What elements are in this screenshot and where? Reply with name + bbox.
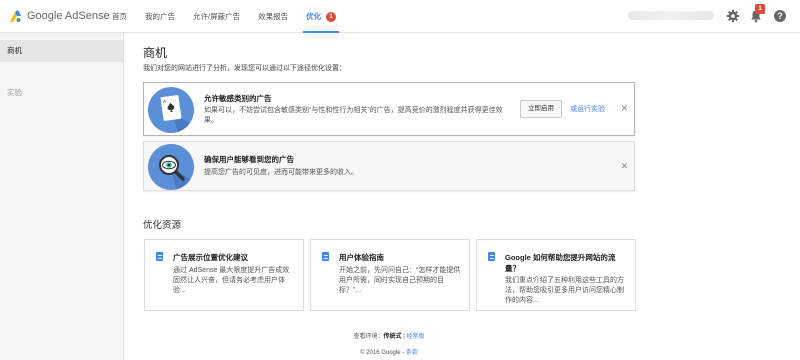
enable-now-button[interactable]: 立即启用 [520,100,562,118]
top-bar: Google AdSense 首页 我的广告 允许/屏蔽广告 效果报告 优化 1 [0,0,800,33]
sidebar-item-opportunities-label: 商机 [7,46,22,55]
nav-optimization-badge: 1 [326,11,337,22]
sidebar: 商机 实验 [0,33,124,360]
nav-my-ads[interactable]: 我的广告 [136,0,184,33]
resource-text: 我们重点介绍了五种利用这些工具的方法，帮助您吸引更多用户访问您精心制作的内容..… [505,277,624,304]
run-experiment-link[interactable]: 或运行实验 [570,104,605,114]
notifications-count-badge: 1 [755,4,765,14]
resource-card[interactable]: 广告展示位置优化建议 通过 AdSense 最大限度提升广告成效固然让人兴奋，但… [144,239,304,311]
opportunity-card-sensitive-ads: A 允许敏感类别的广告 如果可以，不妨尝试包含敏感类别“与性和性行为相关”的广告… [143,82,635,136]
svg-text:?: ? [777,11,783,21]
app-name: Google AdSense [27,10,110,22]
nav-allow-block-ads[interactable]: 允许/屏蔽广告 [184,0,249,33]
document-icon [488,252,495,261]
notifications-bell-icon[interactable]: 1 [749,4,765,23]
nav-home[interactable]: 首页 [103,0,136,33]
resource-card[interactable]: Google 如何帮助您提升网站的流量？ 我们重点介绍了五种利用这些工具的方法，… [476,239,636,311]
magnifier-eye-icon [148,144,194,190]
settings-icon[interactable] [726,9,740,23]
nav-performance-reports-label: 效果报告 [258,12,289,21]
nav-optimization[interactable]: 优化 1 [297,0,345,33]
resource-title: 广告展示位置优化建议 [173,253,248,262]
adsense-logo[interactable]: Google AdSense [8,8,110,24]
opportunity-text: 提高您广告的可见度，进而可能带来更多的收入。 [204,169,358,176]
adsense-logo-icon [8,9,22,23]
resource-title: Google 如何帮助您提升网站的流量？ [505,253,616,273]
document-icon [322,252,329,261]
nav-allow-block-ads-label: 允许/屏蔽广告 [193,12,241,21]
copyright-text: © 2016 Google - [360,350,406,356]
sidebar-item-experiments-label: 实验 [7,88,22,97]
sidebar-item-experiments[interactable]: 实验 [0,82,123,104]
opportunity-title: 允许敏感类别的广告 [204,94,272,103]
nav-my-ads-label: 我的广告 [145,12,175,21]
copyright-footer: © 2016 Google - 条款 [143,347,635,356]
account-name-blurred[interactable] [628,11,714,20]
terms-link[interactable]: 条款 [406,350,418,356]
close-icon[interactable]: ✕ [620,104,629,113]
help-icon[interactable]: ? [773,9,787,23]
view-environment-footer: 查看环境：传统式 | 经常版 [143,331,635,340]
opportunity-title: 确保用户能够看到您的广告 [204,155,294,164]
view-other-link[interactable]: 经常版 [406,334,424,340]
sidebar-item-opportunities[interactable]: 商机 [0,40,123,62]
close-icon[interactable]: ✕ [620,162,629,171]
resource-card[interactable]: 用户体验指南 开始之前，先问问自己：“怎样才能提供用户所需，同时实现自己预期的目… [310,239,470,311]
opportunity-text: 如果可以，不妨尝试包含敏感类别“与性和性行为相关”的广告，提高竞价的激烈程度并获… [204,107,503,124]
page-description: 我们对您的网站进行了分析，发现您可以通过以下途径优化设置： [143,65,346,72]
nav-optimization-label: 优化 [306,12,322,21]
opportunity-card-ad-viewability: 确保用户能够看到您的广告 提高您广告的可见度，进而可能带来更多的收入。 ✕ [143,141,635,191]
view-current: 传统式 [383,334,402,340]
main-nav: 首页 我的广告 允许/屏蔽广告 效果报告 优化 1 [103,0,345,33]
nav-home-label: 首页 [112,12,127,21]
resource-title: 用户体验指南 [339,253,384,262]
page-title: 商机 [143,46,168,60]
nav-performance-reports[interactable]: 效果报告 [249,0,297,33]
resources-section-title: 优化资源 [143,220,182,231]
playing-card-icon: A [148,87,194,133]
document-icon [156,252,163,261]
resource-text: 通过 AdSense 最大限度提升广告成效固然让人兴奋，但请务必考虑用户体验..… [173,267,290,294]
view-environment-label: 查看环境： [353,334,384,340]
resource-text: 开始之前，先问问自己：“怎样才能提供用户所需，同时实现自己预期的目标？”... [339,267,461,294]
